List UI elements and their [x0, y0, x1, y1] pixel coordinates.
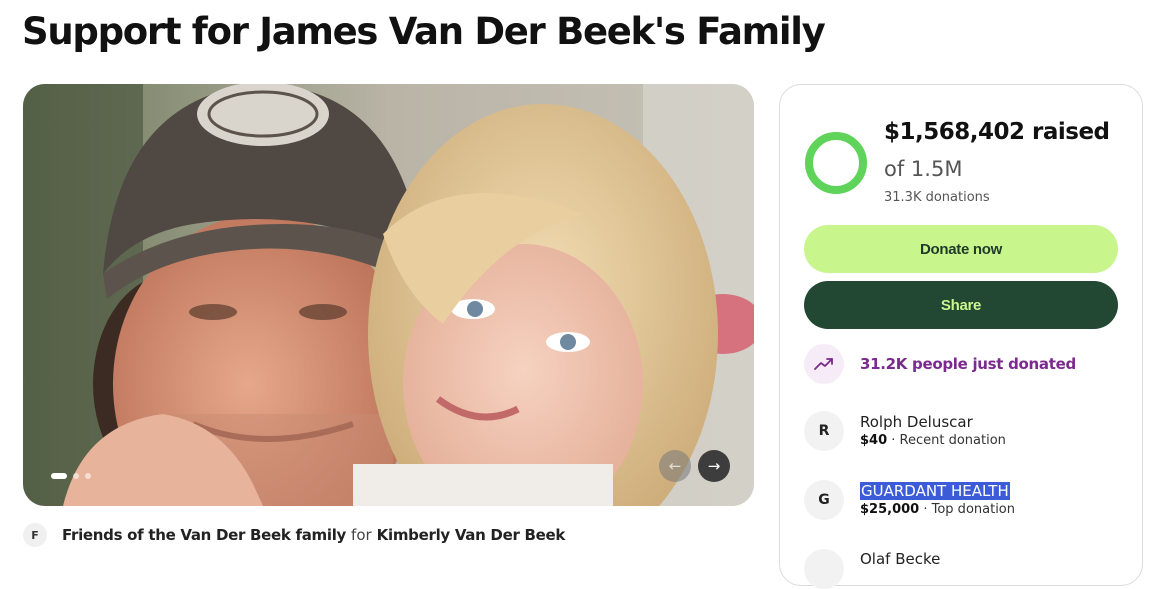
donor-label: · Recent donation — [887, 433, 1006, 448]
organizer-name[interactable]: Friends of the Van Der Beek family — [62, 526, 346, 544]
organizer-line: F Friends of the Van Der Beek family for… — [23, 522, 565, 548]
donation-sidebar-card: $1,568,402 raised of 1.5M 31.3K donation… — [779, 84, 1143, 589]
donor-row: G GUARDANT HEALTH $25,000 · Top donation — [804, 478, 1015, 522]
donor-row: R Rolph Deluscar $40 · Recent donation — [804, 409, 1006, 453]
carousel-dot-active[interactable] — [51, 473, 67, 479]
trending-up-icon — [804, 344, 844, 384]
donor-name: GUARDANT HEALTH — [860, 482, 1010, 500]
share-button[interactable]: Share — [804, 281, 1118, 329]
donor-avatar: G — [804, 480, 844, 520]
donor-label: · Top donation — [919, 502, 1015, 517]
donate-now-button[interactable]: Donate now — [804, 225, 1118, 273]
donor-name: Olaf Becke — [860, 550, 941, 568]
donor-amount: $40 — [860, 433, 888, 448]
campaign-photo-carousel[interactable]: ← → — [23, 84, 754, 506]
arrow-right-icon: → — [707, 456, 721, 475]
page-title: Support for James Van Der Beek's Family — [22, 10, 826, 53]
donor-meta: $25,000 · Top donation — [860, 501, 1015, 519]
donor-avatar — [804, 549, 844, 589]
donation-count: 31.3K donations — [884, 190, 990, 205]
donor-name: Rolph Deluscar — [860, 413, 973, 431]
trend-text: 31.2K people just donated — [860, 355, 1076, 373]
beneficiary-name[interactable]: Kimberly Van Der Beek — [377, 526, 566, 544]
carousel-dot[interactable] — [73, 473, 79, 479]
donor-amount: $25,000 — [860, 502, 920, 517]
carousel-next-button[interactable]: → — [698, 450, 730, 482]
amount-raised: $1,568,402 raised — [884, 119, 1110, 145]
donor-row: Olaf Becke — [804, 549, 940, 589]
campaign-photo — [23, 84, 754, 506]
carousel-dot[interactable] — [85, 473, 91, 479]
recent-donations-trend: 31.2K people just donated — [804, 344, 1076, 384]
organizer-avatar[interactable]: F — [23, 523, 47, 547]
progress-ring — [805, 132, 867, 194]
carousel-prev-button[interactable]: ← — [659, 450, 691, 482]
organizer-connector: for — [351, 526, 372, 544]
donor-meta: $40 · Recent donation — [860, 432, 1006, 450]
donor-avatar: R — [804, 411, 844, 451]
arrow-left-icon: ← — [668, 456, 682, 475]
goal-amount: of 1.5M — [884, 157, 963, 181]
